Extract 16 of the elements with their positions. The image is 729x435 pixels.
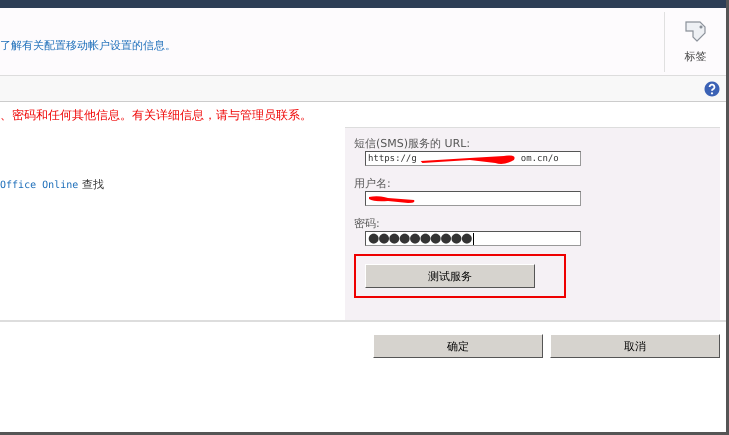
info-link[interactable]: 了解有关配置移动帐户设置的信息。 [0, 39, 176, 52]
username-field[interactable] [365, 191, 581, 206]
tag-icon [682, 19, 708, 43]
help-icon[interactable] [704, 80, 720, 96]
search-text: 查找 [82, 178, 104, 191]
url-field[interactable]: https://g om.cn/o [365, 151, 581, 166]
username-label: 用户名: [354, 176, 392, 191]
notice-text: 、密码和任何其他信息。有关详细信息，请与管理员联系。 [0, 107, 312, 124]
url-label: 短信(SMS)服务的 URL: [354, 136, 472, 151]
test-service-button[interactable]: 测试服务 [365, 264, 535, 288]
password-field[interactable]: ●●●●●●●●●● [365, 231, 581, 246]
tag-button[interactable]: 标签 [664, 12, 726, 72]
cancel-button[interactable]: 取消 [550, 334, 720, 358]
ok-button[interactable]: 确定 [373, 334, 543, 358]
password-label: 密码: [354, 216, 381, 231]
office-online-link[interactable]: Office Online [0, 180, 78, 191]
